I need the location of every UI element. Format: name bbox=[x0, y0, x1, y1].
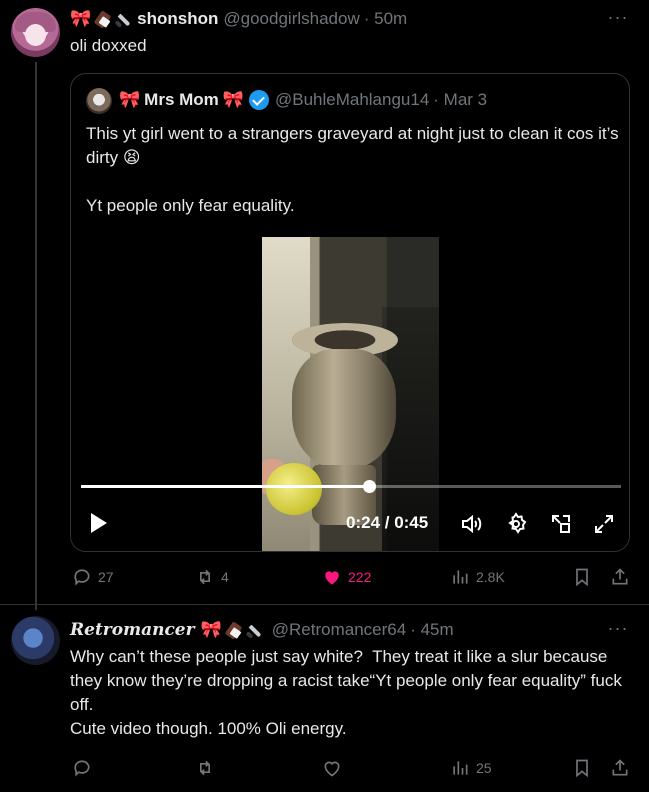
avatar[interactable] bbox=[11, 8, 60, 57]
quoted-post[interactable]: 🎀 Mrs Mom 🎀 @BuhleMahlangu14 · Mar 3 Thi… bbox=[70, 73, 630, 552]
user-handle[interactable]: @goodgirlshadow bbox=[223, 8, 359, 30]
post-shonshon[interactable]: 🎀 shonshon @goodgirlshadow · 50m ··· oli… bbox=[0, 0, 649, 604]
post-header: Retromancer 🎀 @Retromancer64 · 45m bbox=[70, 619, 454, 641]
video-time: 0:24 / 0:45 bbox=[346, 513, 429, 532]
bookmark-icon bbox=[576, 568, 588, 587]
quote-handle[interactable]: @BuhleMahlangu14 bbox=[275, 89, 429, 111]
display-name[interactable]: shonshon bbox=[137, 8, 218, 30]
like-icon bbox=[324, 761, 340, 777]
video-progress-fill bbox=[81, 485, 369, 488]
views-icon bbox=[453, 761, 468, 775]
views-button[interactable]: 2.8K bbox=[450, 567, 505, 587]
reply-count: 27 bbox=[98, 569, 114, 585]
repost-count: 4 bbox=[221, 569, 229, 585]
share-button[interactable] bbox=[610, 758, 636, 778]
like-button[interactable] bbox=[322, 758, 348, 778]
video-scrubber-handle[interactable] bbox=[362, 480, 376, 493]
views-count: 25 bbox=[476, 760, 492, 776]
fullscreen-icon[interactable] bbox=[592, 512, 616, 536]
bookmark-button[interactable] bbox=[572, 567, 598, 587]
repost-icon bbox=[200, 760, 210, 776]
quote-time[interactable]: · Mar 3 bbox=[433, 89, 487, 111]
bookmark-button[interactable] bbox=[572, 758, 598, 778]
ribbon-emoji: 🎀 bbox=[119, 90, 141, 109]
ribbon-emoji: 🎀 bbox=[200, 620, 222, 639]
chocolate-emoji bbox=[94, 11, 111, 28]
reply-icon bbox=[74, 760, 90, 777]
settings-icon[interactable] bbox=[504, 512, 528, 536]
share-icon bbox=[612, 759, 628, 776]
user-handle[interactable]: @Retromancer64 bbox=[272, 619, 406, 641]
quote-avatar[interactable] bbox=[86, 88, 112, 114]
knife-emoji bbox=[115, 10, 133, 28]
reply-button[interactable]: 27 bbox=[72, 567, 114, 587]
like-button[interactable]: 222 bbox=[322, 567, 371, 587]
quote-text: This yt girl went to a strangers graveya… bbox=[86, 124, 619, 215]
reply-button[interactable] bbox=[72, 758, 98, 778]
reply-icon bbox=[74, 569, 90, 586]
video-progress-bar[interactable] bbox=[81, 480, 621, 493]
more-icon[interactable]: ··· bbox=[606, 619, 630, 641]
chocolate-emoji bbox=[225, 622, 242, 639]
post-text: Why can’t these people just say white? T… bbox=[70, 647, 622, 738]
like-icon bbox=[325, 571, 339, 585]
bookmark-icon bbox=[576, 759, 588, 778]
more-icon[interactable]: ··· bbox=[606, 8, 630, 30]
repost-button[interactable] bbox=[195, 758, 221, 778]
knife-emoji bbox=[246, 621, 264, 639]
verified-badge-icon bbox=[248, 90, 269, 110]
views-count: 2.8K bbox=[476, 569, 505, 585]
ribbon-emoji: 🎀 bbox=[70, 9, 92, 28]
like-count: 222 bbox=[348, 569, 372, 585]
volume-icon[interactable] bbox=[459, 512, 483, 536]
play-icon[interactable] bbox=[89, 509, 109, 537]
pop-out-icon[interactable] bbox=[549, 512, 573, 536]
post-time[interactable]: · 45m bbox=[410, 619, 453, 641]
post-retromancer[interactable]: Retromancer 🎀 @Retromancer64 · 45m ··· W… bbox=[0, 605, 649, 792]
quote-display-name[interactable]: Mrs Mom bbox=[144, 89, 219, 111]
video-player[interactable]: 0:24 / 0:45 bbox=[71, 237, 629, 551]
display-name[interactable]: Retromancer bbox=[70, 619, 195, 641]
quote-header: 🎀 Mrs Mom 🎀 @BuhleMahlangu14 · Mar 3 bbox=[119, 89, 487, 111]
post-header: 🎀 shonshon @goodgirlshadow · 50m bbox=[70, 8, 407, 30]
repost-button[interactable]: 4 bbox=[195, 567, 229, 587]
repost-icon bbox=[200, 569, 210, 585]
video-frame[interactable] bbox=[262, 237, 439, 551]
share-icon bbox=[612, 568, 628, 585]
views-button[interactable]: 25 bbox=[450, 758, 492, 778]
post-time[interactable]: · 50m bbox=[364, 8, 407, 30]
avatar[interactable] bbox=[11, 616, 60, 665]
share-button[interactable] bbox=[610, 567, 636, 587]
views-icon bbox=[453, 570, 468, 584]
ribbon-emoji: 🎀 bbox=[222, 90, 244, 109]
post-text: oli doxxed bbox=[70, 36, 147, 55]
